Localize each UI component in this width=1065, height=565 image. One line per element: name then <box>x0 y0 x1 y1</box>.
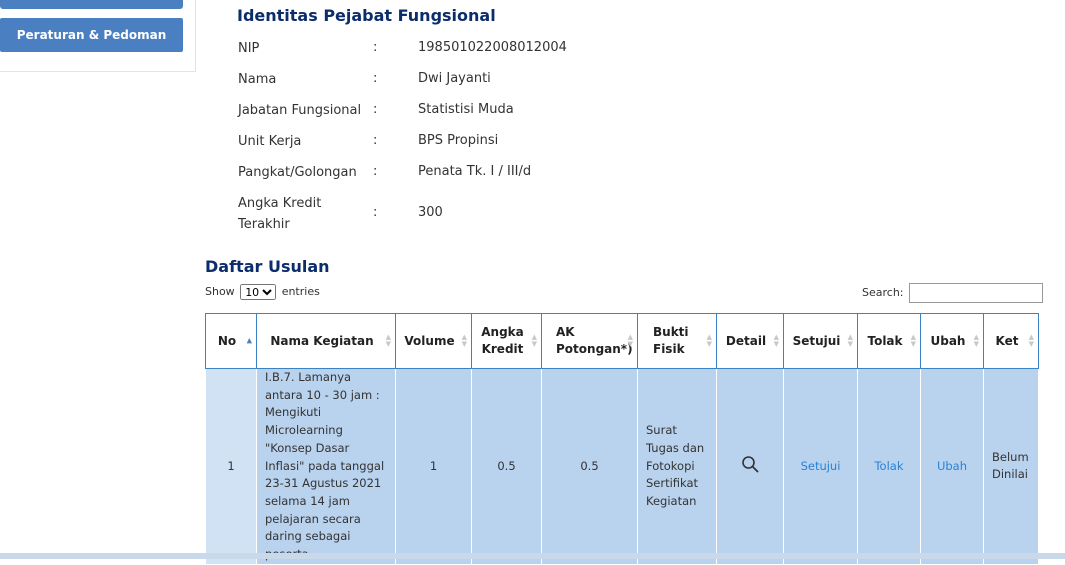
identity-value-nama: Dwi Jayanti <box>418 71 491 86</box>
cell-bukti-fisik: Surat Tugas dan Fotokopi Sertifikat Kegi… <box>637 368 717 565</box>
sort-icon: ▲ ▼ <box>461 333 467 348</box>
search-input[interactable] <box>909 283 1043 303</box>
column-header-volume[interactable]: Volume ▲ ▼ <box>395 313 472 369</box>
column-header-angka-kredit[interactable]: Angka Kredit ▲ ▼ <box>471 313 542 369</box>
cell-ket: Belum Dinilai <box>983 368 1039 565</box>
cell-ak-potongan: 0.5 <box>541 368 638 565</box>
identity-label: Unit Kerja <box>238 134 302 149</box>
sort-icon: ▲ ▼ <box>1028 333 1034 348</box>
identity-separator: : <box>373 102 378 117</box>
column-header-label: Angka Kredit <box>481 325 524 356</box>
setujui-link[interactable]: Setujui <box>801 459 841 473</box>
identity-label: Angka Kredit Terakhir <box>238 196 322 232</box>
column-header-label: Volume <box>404 333 455 348</box>
column-header-label: Ket <box>995 333 1019 348</box>
cell-ubah: Ubah <box>920 368 984 565</box>
column-header-ubah[interactable]: Ubah ▲ ▼ <box>920 313 984 369</box>
column-header-bukti-fisik[interactable]: Bukti Fisik ▲ ▼ <box>637 313 717 369</box>
identity-value-unit-kerja: BPS Propinsi <box>418 133 499 148</box>
cell-angka-kredit: 0.5 <box>471 368 542 565</box>
sort-icon: ▲ ▼ <box>910 333 916 348</box>
cell-detail <box>716 368 784 565</box>
cell-no: 1 <box>205 368 257 565</box>
column-header-nama-kegiatan[interactable]: Nama Kegiatan ▲ ▼ <box>256 313 396 369</box>
identity-label: NIP <box>238 41 260 56</box>
cell-nama-kegiatan: I.B.7. Lamanya antara 10 - 30 jam : Meng… <box>256 368 396 565</box>
identity-value-jabatan: Statistisi Muda <box>418 102 514 117</box>
column-header-ak-potongan[interactable]: AK Potongan*) ▲ ▼ <box>541 313 638 369</box>
column-header-detail[interactable]: Detail ▲ ▼ <box>716 313 784 369</box>
sidebar-panel: Peraturan & Pedoman <box>0 0 196 72</box>
identity-separator: : <box>373 205 378 220</box>
sort-icon: ▲ ▼ <box>706 333 712 348</box>
search-control: Search: <box>862 283 1043 303</box>
column-header-setujui[interactable]: Setujui ▲ ▼ <box>783 313 858 369</box>
identity-label: Jabatan Fungsional <box>238 103 362 118</box>
list-title: Daftar Usulan <box>205 257 330 276</box>
column-header-label: Tolak <box>867 333 903 348</box>
identity-separator: : <box>373 40 378 55</box>
show-entries-control: Show 10 entries <box>205 284 320 300</box>
column-header-tolak[interactable]: Tolak ▲ ▼ <box>857 313 921 369</box>
sort-asc-icon: ▲ <box>246 336 252 345</box>
column-header-label: Nama Kegiatan <box>270 333 374 348</box>
table-header-row: No ▲ Nama Kegiatan ▲ ▼ Volume ▲ ▼ Angka Kredi… <box>205 313 1039 369</box>
column-header-label: Setujui <box>792 333 841 348</box>
cell-volume: 1 <box>395 368 472 565</box>
search-label: Search: <box>862 286 904 299</box>
bottom-scroll-edge <box>0 553 1065 559</box>
sort-icon: ▲ ▼ <box>773 333 779 348</box>
sort-icon: ▲ ▼ <box>385 333 391 348</box>
entries-per-page-select[interactable]: 10 <box>240 284 277 300</box>
cell-setujui: Setujui <box>783 368 858 565</box>
column-header-label: Detail <box>725 333 767 348</box>
entries-label: entries <box>281 285 320 298</box>
search-icon[interactable] <box>741 455 759 479</box>
tolak-link[interactable]: Tolak <box>874 459 903 473</box>
column-header-no[interactable]: No ▲ <box>205 313 257 369</box>
identity-separator: : <box>373 133 378 148</box>
sort-icon: ▲ ▼ <box>847 333 853 348</box>
column-header-label: Ubah <box>930 333 966 348</box>
sort-icon: ▲ ▼ <box>627 333 633 348</box>
usulan-table: No ▲ Nama Kegiatan ▲ ▼ Volume ▲ ▼ Angka Kredi… <box>205 313 1039 565</box>
table-row: 1 I.B.7. Lamanya antara 10 - 30 jam : Me… <box>205 368 1039 565</box>
identity-title: Identitas Pejabat Fungsional <box>237 6 496 25</box>
sidebar-button-partial[interactable] <box>0 0 183 9</box>
identity-separator: : <box>373 71 378 86</box>
column-header-ket[interactable]: Ket ▲ ▼ <box>983 313 1039 369</box>
column-header-label: Bukti Fisik <box>653 325 689 356</box>
identity-value-nip: 198501022008012004 <box>418 40 567 55</box>
identity-label: Nama <box>238 72 277 87</box>
identity-label: Pangkat/Golongan <box>238 165 357 180</box>
sidebar-button-peraturan-pedoman[interactable]: Peraturan & Pedoman <box>0 18 183 52</box>
cell-tolak: Tolak <box>857 368 921 565</box>
column-header-label: AK Potongan*) <box>556 325 633 356</box>
identity-separator: : <box>373 164 378 179</box>
identity-value-pangkat: Penata Tk. I / III/d <box>418 164 532 179</box>
sort-icon: ▲ ▼ <box>531 333 537 348</box>
ubah-link[interactable]: Ubah <box>937 459 967 473</box>
sort-icon: ▲ ▼ <box>973 333 979 348</box>
show-label: Show <box>205 285 235 298</box>
identity-value-angka-kredit: 300 <box>418 205 443 220</box>
column-header-label: No <box>217 333 237 348</box>
